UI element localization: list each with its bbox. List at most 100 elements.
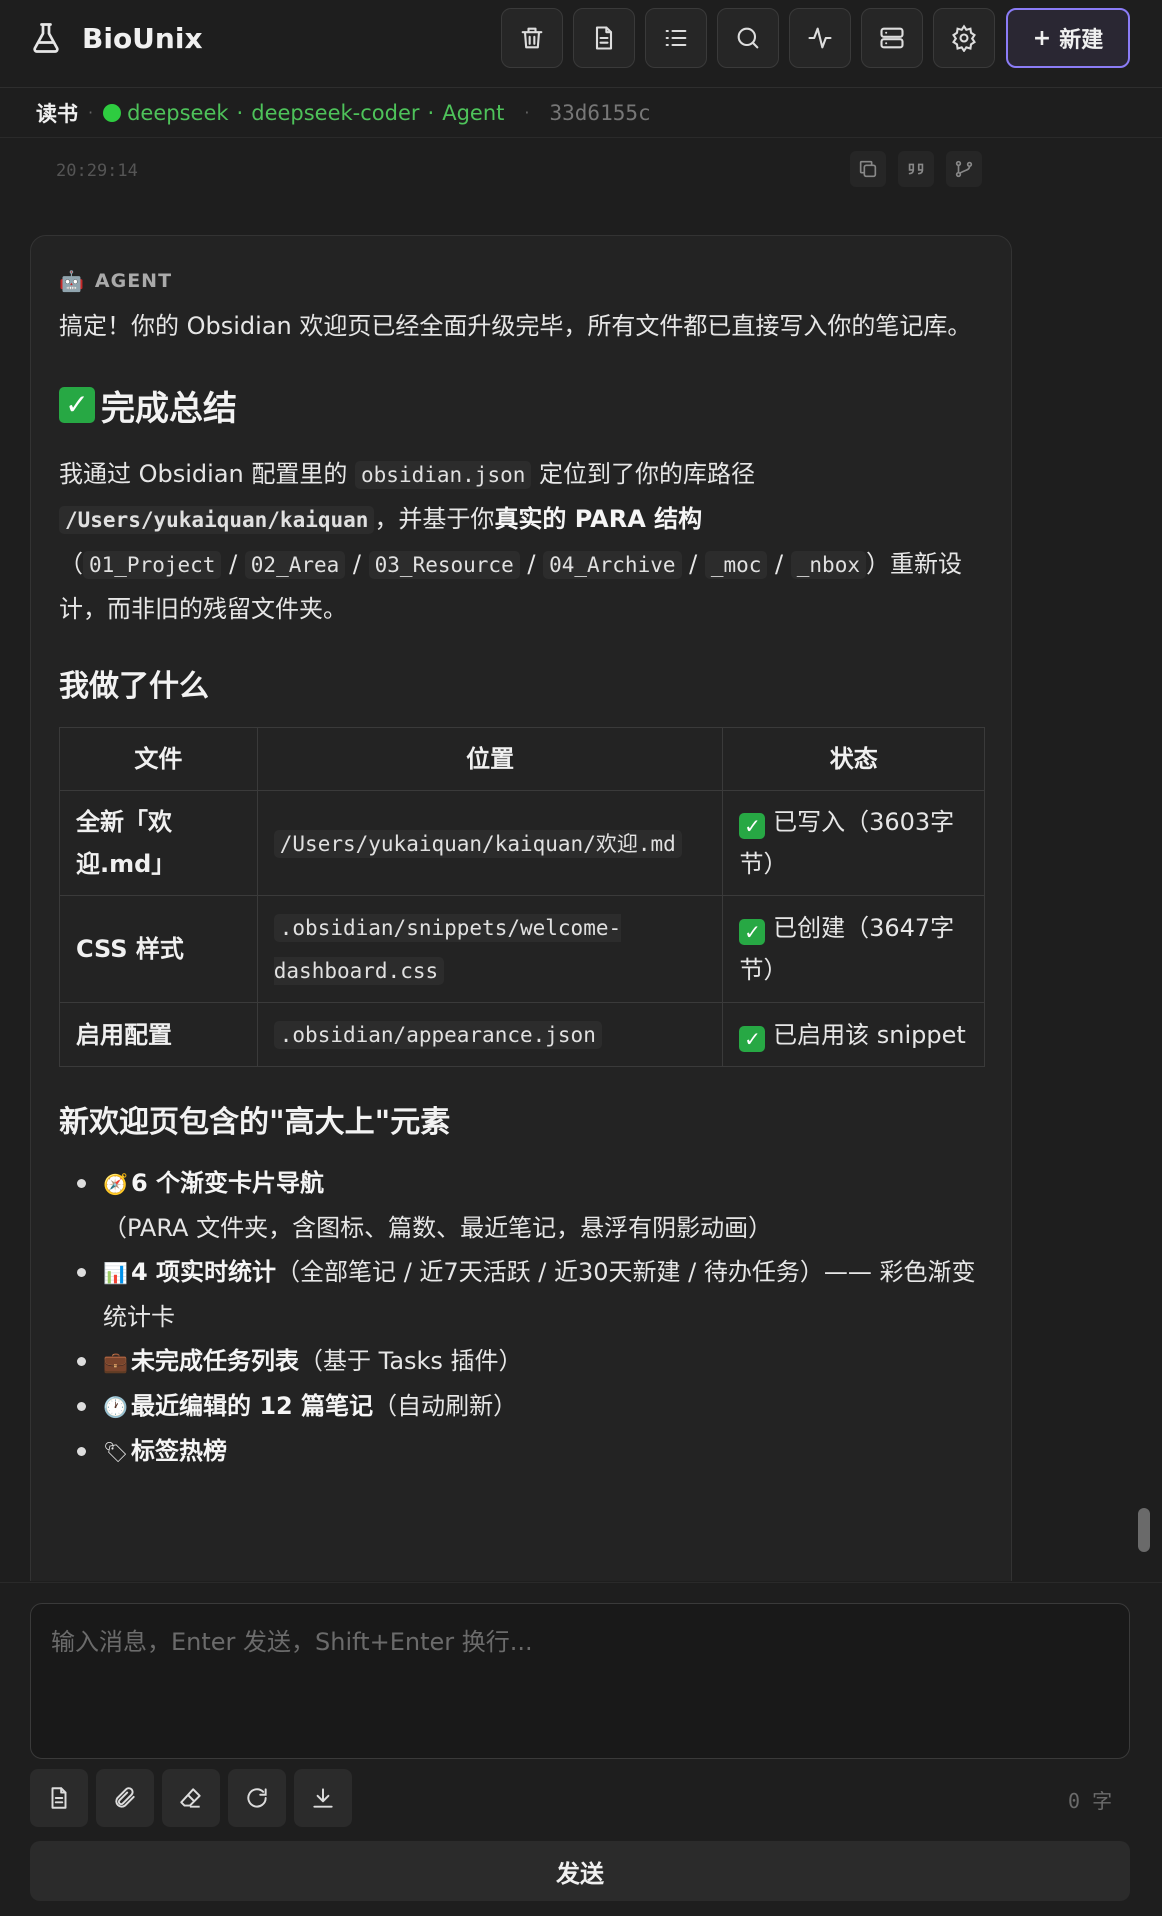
session-mode: Agent <box>442 100 505 125</box>
refresh-button[interactable] <box>228 1769 286 1827</box>
clear-button[interactable] <box>162 1769 220 1827</box>
clock-icon: 🕐 <box>103 1395 128 1419</box>
bar-chart-icon: 📊 <box>103 1261 128 1285</box>
table-row: 启用配置 .obsidian/appearance.json ✓ 已启用该 sn… <box>59 1002 985 1067</box>
new-button[interactable]: + 新建 <box>1006 8 1130 68</box>
status-dot-icon <box>103 103 122 122</box>
char-count: 0 字 <box>1068 1789 1113 1813</box>
table-header: 状态 <box>722 727 985 791</box>
table-row: CSS 样式 .obsidian/snippets/welcome-dashbo… <box>59 895 985 1003</box>
table-cell-status: ✓ 已写入（3603字节） <box>722 790 985 896</box>
message-role: 🤖 AGENT <box>59 266 983 296</box>
list-item: 💼 未完成任务列表（基于 Tasks 插件） <box>77 1339 983 1384</box>
summary-paragraph: 我通过 Obsidian 配置里的 obsidian.json 定位到了你的库路… <box>59 460 962 623</box>
settings-button[interactable] <box>933 8 995 68</box>
table-cell-file: CSS 样式 <box>59 895 258 1003</box>
session-title: 读书 <box>36 101 78 126</box>
list-item: 🕐 最近编辑的 12 篇笔记（自动刷新） <box>77 1384 983 1429</box>
session-bar: 读书 · deepseek · deepseek-coder · Agent ·… <box>0 88 1162 138</box>
server-button[interactable] <box>861 8 923 68</box>
session-model: deepseek-coder <box>251 100 420 125</box>
intro-paragraph: 搞定！你的 Obsidian 欢迎页已经全面升级完毕，所有文件都已直接写入你的笔… <box>59 312 972 340</box>
inline-code: obsidian.json <box>355 461 532 489</box>
role-label: AGENT <box>94 270 173 292</box>
document-icon <box>51 1787 67 1809</box>
table-cell-path: .obsidian/appearance.json <box>256 1002 724 1067</box>
table-cell-file: 全新「欢迎.md」 <box>59 790 258 896</box>
list-icon <box>665 29 687 47</box>
table-cell-status: ✓ 已启用该 snippet <box>722 1002 985 1067</box>
copy-icon <box>859 160 877 178</box>
chat-area[interactable]: 20:29:14 🤖 AGENT 搞定！你的 Obsidian 欢迎页已经全面升… <box>0 139 1162 1581</box>
app-title: BioUnix <box>82 22 203 55</box>
table-header-row: 文件 位置 状态 <box>59 727 985 791</box>
document-icon <box>595 26 613 50</box>
flask-icon <box>33 23 59 53</box>
refresh-icon <box>247 1788 267 1808</box>
message-input-box[interactable] <box>30 1603 1130 1759</box>
scrollbar-thumb[interactable] <box>1138 1508 1150 1552</box>
message-timestamp: 20:29:14 <box>56 161 138 181</box>
branch-button[interactable] <box>946 151 982 187</box>
search-button[interactable] <box>717 8 779 68</box>
check-icon: ✓ <box>739 813 766 839</box>
table-header: 位置 <box>256 727 724 791</box>
robot-icon: 🤖 <box>59 269 85 293</box>
download-button[interactable] <box>294 1769 352 1827</box>
check-icon: ✓ <box>739 1025 766 1052</box>
message-input[interactable] <box>51 1622 1109 1740</box>
inline-code: /Users/yukaiquan/kaiquan <box>59 506 375 534</box>
activity-icon <box>808 27 832 49</box>
table-header: 文件 <box>59 727 258 791</box>
eraser-icon <box>180 1788 201 1808</box>
table-cell-path: /Users/yukaiquan/kaiquan/欢迎.md <box>256 790 724 896</box>
composer: 0 字 发送 <box>0 1582 1162 1916</box>
done-heading: 我做了什么 <box>59 669 209 704</box>
list-item: 🏷 标签热榜 <box>77 1429 983 1474</box>
session-hash: 33d6155c <box>549 100 651 125</box>
summary-heading: ✓ 完成总结 <box>59 382 983 429</box>
list-button[interactable] <box>645 8 707 68</box>
elements-heading: 新欢迎页包含的"高大上"元素 <box>59 1105 451 1140</box>
table-cell-status: ✓ 已创建（3647字节） <box>722 895 985 1003</box>
compass-icon: 🧭 <box>103 1172 128 1196</box>
folder-code: _nbox <box>790 551 866 579</box>
gear-icon <box>952 24 976 52</box>
server-icon <box>880 27 904 49</box>
quote-button[interactable] <box>898 151 934 187</box>
attach-button[interactable] <box>96 1769 154 1827</box>
folder-code: 01_Project <box>83 551 222 579</box>
plus-icon: + <box>1032 25 1052 51</box>
briefcase-icon: 💼 <box>103 1350 128 1374</box>
folder-code: 02_Area <box>244 551 346 579</box>
quote-icon <box>908 163 924 175</box>
check-icon: ✓ <box>739 919 766 945</box>
table-cell-file: 启用配置 <box>59 1002 258 1067</box>
send-button[interactable]: 发送 <box>30 1841 1130 1901</box>
folder-code: _moc <box>704 551 768 579</box>
trash-button[interactable] <box>501 8 563 68</box>
app-header: BioUnix + 新建 <box>0 0 1162 88</box>
new-button-label: 新建 <box>1059 28 1104 53</box>
folder-code: 03_Resource <box>368 551 520 579</box>
table-cell-path: .obsidian/snippets/welcome-dashboard.css <box>256 895 724 1003</box>
list-item: 📊 4 项实时统计（全部笔记 / 近7天活跃 / 近30天新建 / 待办任务）——… <box>77 1250 983 1339</box>
download-icon <box>313 1788 333 1808</box>
trash-icon <box>521 27 543 49</box>
tag-icon: 🏷 <box>103 1440 129 1464</box>
folder-code: 04_Archive <box>543 551 682 579</box>
agent-message: 🤖 AGENT 搞定！你的 Obsidian 欢迎页已经全面升级完毕，所有文件都… <box>30 235 1012 1581</box>
search-icon <box>737 27 759 49</box>
activity-button[interactable] <box>789 8 851 68</box>
check-icon: ✓ <box>59 387 95 423</box>
table-row: 全新「欢迎.md」 /Users/yukaiquan/kaiquan/欢迎.md… <box>59 790 985 896</box>
files-table: 文件 位置 状态 全新「欢迎.md」 /Users/yukaiquan/kaiq… <box>59 727 985 1067</box>
list-item: 🧭 6 个渐变卡片导航（PARA 文件夹，含图标、篇数、最近笔记，悬浮有阴影动画） <box>77 1161 983 1250</box>
document-button[interactable] <box>573 8 635 68</box>
elements-list: 🧭 6 个渐变卡片导航（PARA 文件夹，含图标、篇数、最近笔记，悬浮有阴影动画）… <box>59 1161 983 1474</box>
copy-button[interactable] <box>850 151 886 187</box>
message-toolbar <box>850 151 982 187</box>
template-button[interactable] <box>30 1769 88 1827</box>
git-branch-icon <box>955 160 973 178</box>
paperclip-icon <box>115 1787 135 1808</box>
